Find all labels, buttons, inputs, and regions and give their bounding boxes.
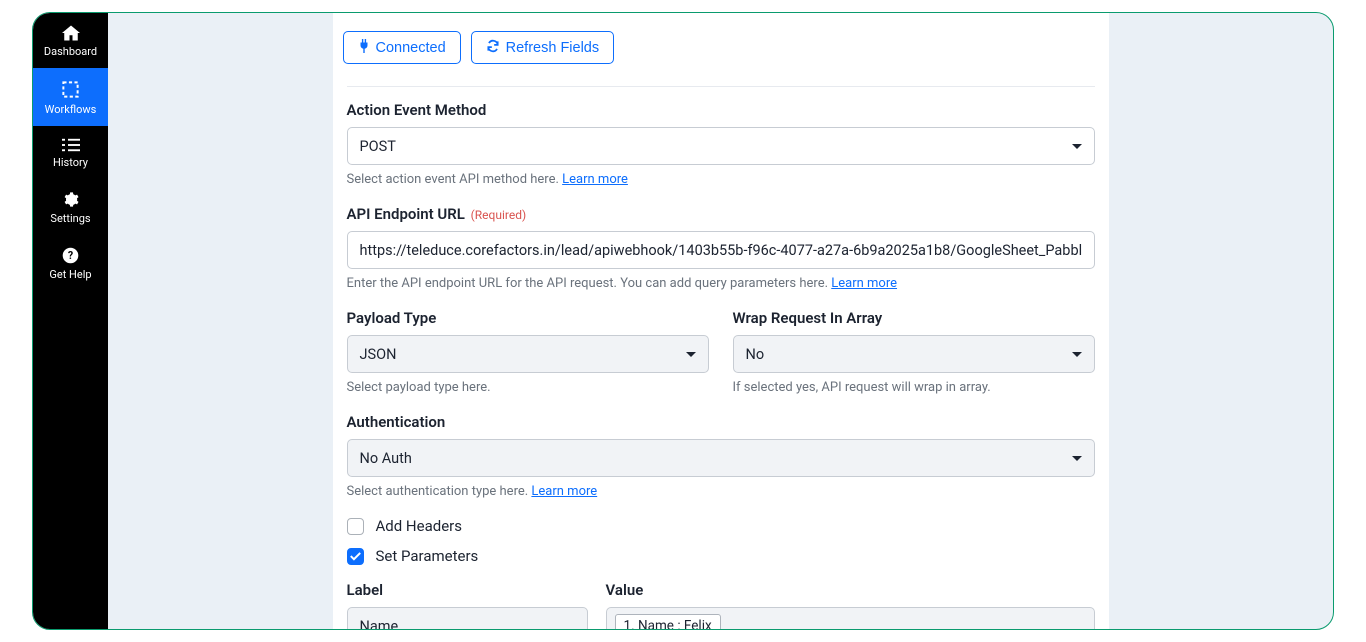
sidebar-item-settings[interactable]: Settings bbox=[33, 179, 108, 235]
sidebar-item-workflows[interactable]: Workflows bbox=[33, 68, 108, 126]
param-label-value: Name bbox=[360, 618, 399, 630]
payload-type-value: JSON bbox=[360, 346, 397, 363]
learn-more-link[interactable]: Learn more bbox=[562, 172, 628, 187]
content-wrapper: Connected Refresh Fields Action Event Me… bbox=[108, 13, 1333, 629]
authentication-label: Authentication bbox=[347, 413, 1095, 431]
sidebar-item-dashboard[interactable]: Dashboard bbox=[33, 13, 108, 68]
payload-type-select[interactable]: JSON bbox=[347, 335, 709, 373]
param-value-chip[interactable]: 1. Name : Felix bbox=[615, 614, 721, 629]
content-panel: Connected Refresh Fields Action Event Me… bbox=[333, 13, 1109, 629]
svg-text:?: ? bbox=[68, 249, 73, 262]
required-tag: (Required) bbox=[471, 208, 526, 222]
wrap-array-label: Wrap Request In Array bbox=[733, 309, 1095, 327]
sidebar-item-label: Settings bbox=[50, 212, 90, 225]
authentication-help: Select authentication type here. Learn m… bbox=[347, 484, 1095, 499]
action-method-help: Select action event API method here. Lea… bbox=[347, 172, 1095, 187]
refresh-icon bbox=[486, 39, 500, 56]
home-icon bbox=[62, 25, 80, 41]
learn-more-link[interactable]: Learn more bbox=[831, 276, 897, 291]
sidebar: Dashboard Workflows History Settings ? G… bbox=[33, 13, 108, 629]
action-method-label: Action Event Method bbox=[347, 101, 1095, 119]
payload-type-help: Select payload type here. bbox=[347, 380, 709, 395]
connected-button-label: Connected bbox=[376, 40, 446, 56]
refresh-fields-button[interactable]: Refresh Fields bbox=[471, 31, 614, 64]
connected-button[interactable]: Connected bbox=[343, 31, 461, 64]
refresh-fields-button-label: Refresh Fields bbox=[506, 40, 599, 56]
history-icon bbox=[62, 138, 80, 152]
api-url-value: https://teleduce.corefactors.in/lead/api… bbox=[360, 242, 1082, 259]
workflow-icon bbox=[61, 80, 80, 99]
learn-more-link[interactable]: Learn more bbox=[531, 484, 597, 499]
param-label-header: Label bbox=[347, 581, 588, 599]
divider bbox=[347, 86, 1095, 87]
chevron-down-icon bbox=[1072, 456, 1082, 461]
set-parameters-label: Set Parameters bbox=[376, 547, 479, 565]
wrap-array-help: If selected yes, API request will wrap i… bbox=[733, 380, 1095, 395]
sidebar-item-label: Dashboard bbox=[44, 45, 97, 58]
payload-type-label: Payload Type bbox=[347, 309, 709, 327]
action-method-value: POST bbox=[360, 138, 396, 155]
action-method-select[interactable]: POST bbox=[347, 127, 1095, 165]
sidebar-item-label: History bbox=[53, 156, 88, 169]
wrap-array-select[interactable]: No bbox=[733, 335, 1095, 373]
param-value-header: Value bbox=[606, 581, 1095, 599]
sidebar-item-label: Get Help bbox=[49, 268, 91, 281]
sidebar-item-label: Workflows bbox=[45, 103, 97, 116]
api-url-label: API Endpoint URL (Required) bbox=[347, 205, 1095, 223]
authentication-value: No Auth bbox=[360, 450, 412, 467]
param-label-input[interactable]: Name bbox=[347, 607, 588, 629]
add-headers-checkbox[interactable] bbox=[347, 518, 364, 535]
gear-icon bbox=[62, 191, 79, 208]
chevron-down-icon bbox=[1072, 352, 1082, 357]
set-parameters-checkbox[interactable] bbox=[347, 548, 364, 565]
plug-icon bbox=[358, 39, 370, 56]
add-headers-label: Add Headers bbox=[376, 517, 462, 535]
help-icon: ? bbox=[62, 247, 79, 264]
chevron-down-icon bbox=[1072, 144, 1082, 149]
param-value-input[interactable]: 1. Name : Felix bbox=[606, 607, 1095, 629]
api-url-input[interactable]: https://teleduce.corefactors.in/lead/api… bbox=[347, 231, 1095, 269]
authentication-select[interactable]: No Auth bbox=[347, 439, 1095, 477]
chevron-down-icon bbox=[686, 352, 696, 357]
sidebar-item-get-help[interactable]: ? Get Help bbox=[33, 235, 108, 291]
sidebar-item-history[interactable]: History bbox=[33, 126, 108, 179]
wrap-array-value: No bbox=[746, 346, 765, 363]
api-url-help: Enter the API endpoint URL for the API r… bbox=[347, 276, 1095, 291]
